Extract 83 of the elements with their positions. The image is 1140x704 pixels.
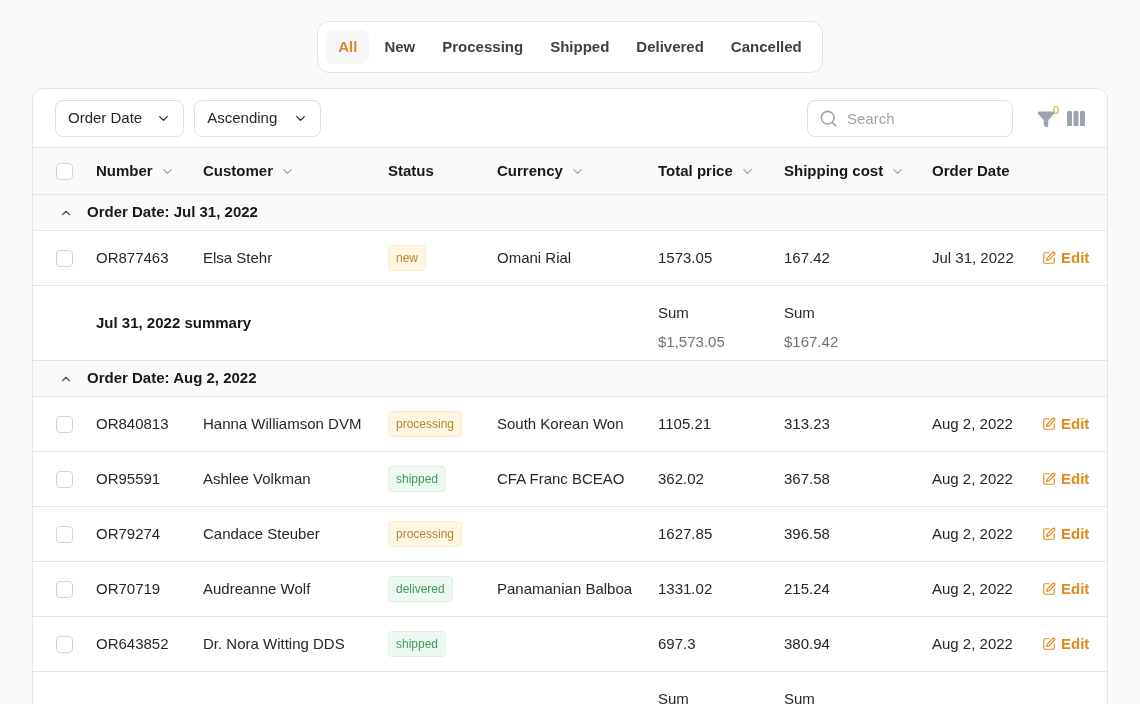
table-cell-text: OR95591 — [96, 468, 161, 489]
column-header[interactable]: Currency — [497, 159, 585, 183]
row-checkbox[interactable] — [56, 162, 73, 180]
row-checkbox[interactable] — [56, 525, 73, 543]
column-header[interactable]: Customer — [203, 159, 295, 183]
row-checkbox[interactable] — [56, 415, 73, 433]
table-cell-text: 167.42 — [784, 247, 830, 268]
status-badge: shipped — [388, 466, 447, 492]
table-cell-text: Hanna Williamson DVM — [203, 413, 362, 434]
table-cell-text: OR840813 — [96, 413, 169, 434]
status-tab[interactable]: New — [372, 30, 428, 64]
group-title: Order Date: Aug 2, 2022 — [87, 368, 257, 389]
table-cell-text: 362.02 — [658, 468, 704, 489]
sum-caption: Sum — [784, 689, 815, 704]
table-cell-text: 697.3 — [658, 633, 696, 654]
column-header: Status — [388, 160, 434, 181]
table-cell-text: Aug 2, 2022 — [932, 523, 1013, 544]
table-cell-text: 1331.02 — [658, 578, 713, 599]
table-cell-text: 1105.21 — [658, 413, 712, 434]
status-tab[interactable]: Delivered — [624, 30, 716, 64]
table-cell-text: Candace Steuber — [203, 523, 320, 544]
edit-icon — [1042, 251, 1056, 265]
status-tab[interactable]: Processing — [430, 30, 536, 64]
table-cell-text: CFA Franc BCEAO — [497, 468, 625, 489]
edit-icon — [1042, 582, 1056, 596]
status-badge: delivered — [388, 576, 453, 602]
table-cell-text: South Korean Won — [497, 413, 624, 434]
status-tab[interactable]: Shipped — [538, 30, 622, 64]
column-header: Order Date — [932, 160, 1010, 181]
table-cell-text: Elsa Stehr — [203, 247, 273, 268]
sum-caption: Sum — [784, 303, 816, 323]
table-cell-text: Panamanian Balboa — [497, 578, 633, 599]
table-cell-text: OR877463 — [96, 247, 169, 268]
row-checkbox[interactable] — [56, 635, 73, 653]
search-field[interactable]: Search — [807, 99, 1013, 137]
status-badge: processing — [388, 411, 463, 437]
sum-caption: Sum — [658, 689, 689, 704]
filter-count: 0 — [1053, 103, 1060, 118]
table-cell-text: Ashlee Volkman — [203, 468, 311, 489]
table-cell-text: Aug 2, 2022 — [932, 468, 1013, 489]
column-header[interactable]: Shipping cost — [784, 159, 906, 183]
table-cell-text: Omani Rial — [497, 247, 572, 268]
edit-icon — [1042, 527, 1056, 541]
table-cell-text: Aug 2, 2022 — [932, 413, 1013, 434]
edit-icon — [1042, 472, 1056, 486]
table-cell-text: 1627.85 — [658, 523, 713, 544]
table-cell-text: Aug 2, 2022 — [932, 578, 1013, 599]
summary-label: Jul 31, 2022 summary — [96, 312, 253, 333]
sum-value: $167.42 — [784, 331, 839, 352]
table-cell-text: 1573.05 — [658, 247, 713, 268]
sort-order-select[interactable]: Ascending — [194, 99, 322, 137]
group-title: Order Date: Jul 31, 2022 — [87, 202, 258, 223]
table-cell-text: Dr. Nora Witting DDS — [203, 633, 345, 654]
status-badge: new — [388, 245, 426, 271]
table-cell-text: OR643852 — [96, 633, 169, 654]
status-badge: processing — [388, 521, 463, 547]
sort-field-select[interactable]: Order Date — [55, 99, 185, 137]
status-badge: shipped — [388, 631, 447, 657]
sum-value: $1,573.05 — [658, 331, 725, 352]
column-header[interactable]: Total price — [658, 159, 755, 183]
table-cell-text: 367.58 — [784, 468, 830, 489]
group-row[interactable]: Order Date: Jul 31, 2022 — [33, 195, 1107, 231]
status-tab[interactable]: Cancelled — [718, 30, 814, 64]
table-cell-text: Aug 2, 2022 — [932, 633, 1013, 654]
row-checkbox[interactable] — [56, 580, 73, 598]
table-cell-text: 313.23 — [784, 413, 830, 434]
table-cell-text: OR70719 — [96, 578, 161, 599]
table-cell-text: OR79274 — [96, 523, 161, 544]
columns-icon[interactable] — [1067, 110, 1085, 126]
group-row[interactable]: Order Date: Aug 2, 2022 — [33, 361, 1107, 397]
filter-icon[interactable] — [1037, 110, 1055, 128]
column-header[interactable]: Number — [96, 159, 175, 183]
edit-icon — [1042, 417, 1056, 431]
sum-caption: Sum — [658, 303, 690, 323]
row-checkbox[interactable] — [56, 470, 73, 488]
table-cell-text: 396.58 — [784, 523, 830, 544]
table-cell-text: Jul 31, 2022 — [932, 247, 1014, 268]
table-cell-text: 380.94 — [784, 633, 830, 654]
table-cell-text: 215.24 — [784, 578, 830, 599]
table-cell-text: Audreanne Wolf — [203, 578, 311, 599]
search-icon — [819, 108, 838, 128]
edit-icon — [1042, 637, 1056, 651]
row-checkbox[interactable] — [56, 249, 73, 267]
